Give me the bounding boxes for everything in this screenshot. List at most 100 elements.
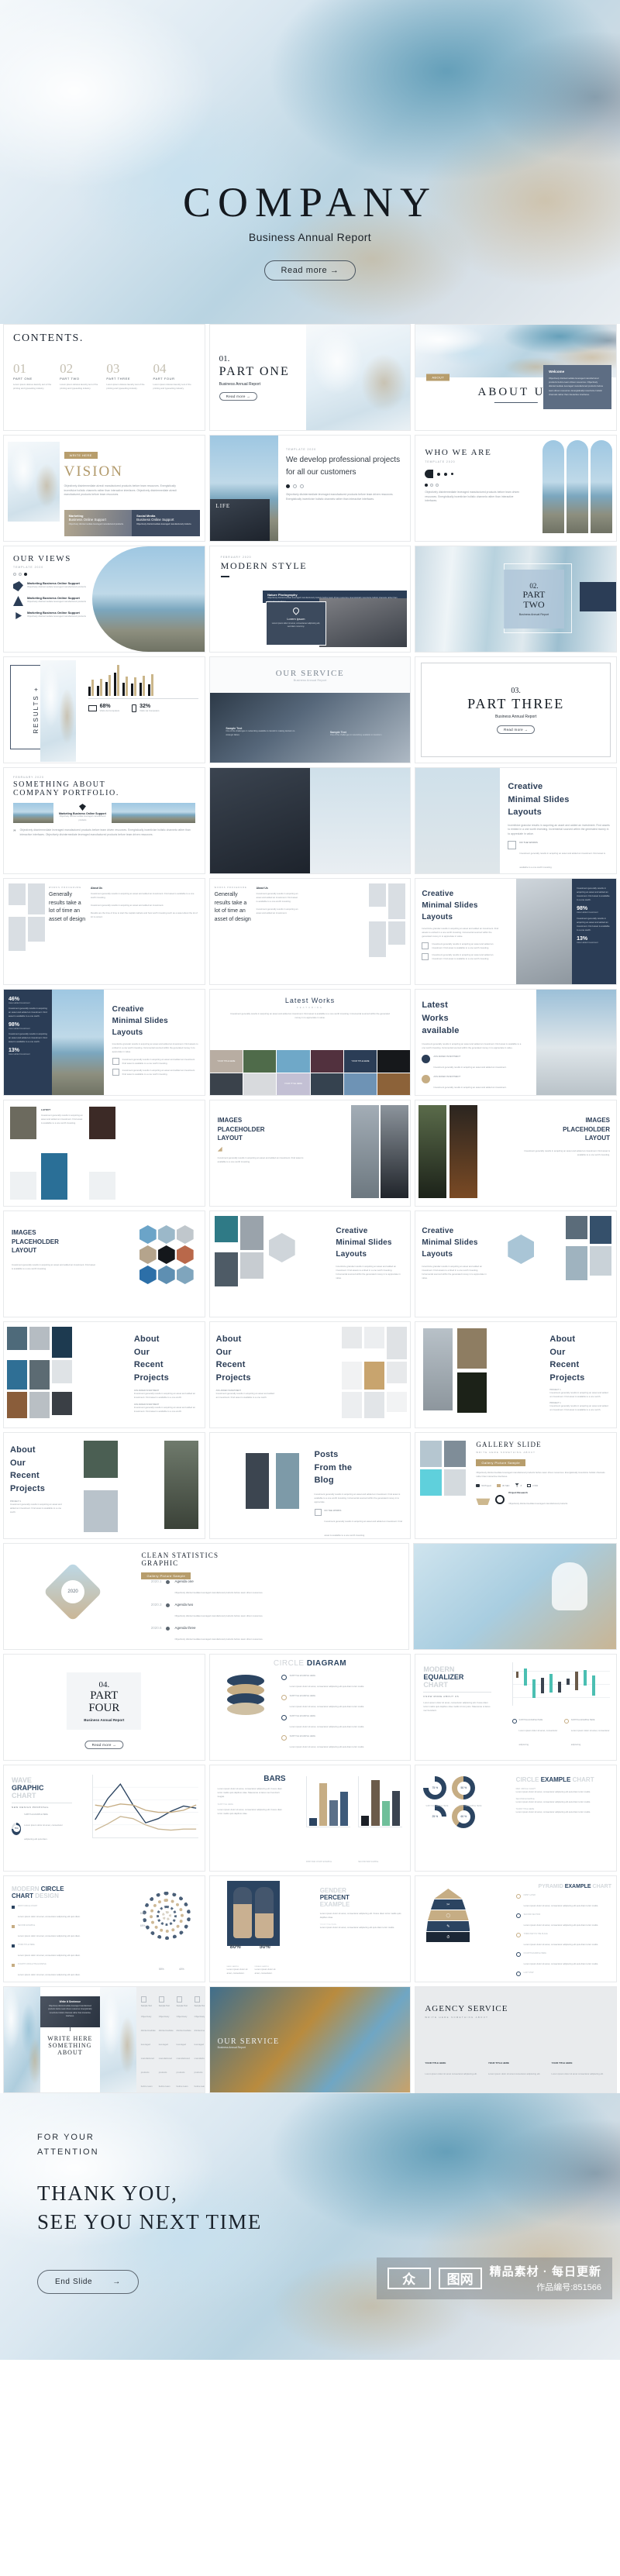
dot-active[interactable] [425, 484, 429, 487]
slide-latest-available[interactable]: Latest Works available Investment genera… [415, 989, 618, 1096]
slide-row: RESULTS + 68% Visits via Computers 32% V… [0, 656, 620, 763]
dot-active[interactable] [285, 484, 290, 488]
slide-row: WRITE HERE VISION Objectively disinterme… [0, 435, 620, 542]
slide-images-placeholder-1[interactable]: IMAGES PLACEHOLDER LAYOUT Investment gen… [208, 1100, 412, 1207]
slide-equalizer[interactable]: MODERN EQUALIZER CHART KNOW MORE ABOUT U… [415, 1654, 618, 1761]
footer-title: THANK YOU, SEE YOU NEXT TIME [37, 2182, 262, 2233]
gender-male-value: 80% [229, 1944, 241, 1950]
slide-our-service-2[interactable]: OUR SERVICE Business Annual Report [208, 1986, 412, 2093]
part-four-read-more-button[interactable]: Read more → [84, 1741, 123, 1749]
slide-vision[interactable]: WRITE HERE VISION Objectively disinterme… [3, 435, 205, 542]
cart-icon [476, 1498, 491, 1506]
slide-contents[interactable]: CONTENTS. 01 PART ONE Lorem ipsum dolore… [3, 324, 205, 431]
slide-agency-service[interactable]: AGENCY SERVICE WRITE HERE SOMETHING ABOU… [415, 1986, 618, 2093]
donut-grid: 75 % 50 % 25 % 60 % [423, 1776, 476, 1828]
camera-icon [476, 1483, 480, 1487]
slide-about-projects-3[interactable]: About Our Recent Projects PROJECT 1 Inve… [415, 1321, 618, 1428]
part-three-read-more-button[interactable]: Read more → [497, 725, 536, 734]
slide-astronaut[interactable] [413, 1543, 617, 1650]
slide-row: MODERN CIRCLE CHART DESIGN FIRST CIRCLE … [0, 1875, 620, 1982]
slide-creative-hex[interactable]: Creative Minimal Slides Layouts Incentiv… [208, 1211, 412, 1317]
wrench-icon [112, 1069, 119, 1076]
our-views-item: Marketing Business Online Support Object… [13, 611, 91, 621]
slide-about-projects-4[interactable]: About Our Recent Projects PROJECT 1 Inve… [3, 1432, 205, 1539]
slide-creative-umbrella[interactable]: Creative Minimal Slides Layouts Incentiv… [415, 1211, 618, 1317]
chart-title-faint: CIRCLE [273, 1659, 305, 1668]
slide-bars[interactable]: BARS Lorem ipsum dolor sit amet, consect… [208, 1765, 412, 1872]
slide-generally-2[interactable]: WORKS PROCEDURE Generally results take a… [208, 878, 412, 985]
gender-female-value: 50% [259, 1944, 270, 1950]
dot[interactable] [292, 484, 297, 488]
hero-read-more-button[interactable]: Read more → [264, 260, 356, 281]
watermark-logo: 众 [387, 2267, 431, 2289]
slide-who-we-are[interactable]: WHO WE ARE TEMPLATE 2020 Objectively dis… [415, 435, 618, 542]
bars-title: BARS [264, 1775, 286, 1783]
slide-our-views[interactable]: OUR VIEWS TEMPLATE 2020 Marketing Busine… [3, 546, 205, 653]
part-one-read-more-button[interactable]: Read more → [219, 392, 257, 401]
slide-about-projects-1[interactable]: About Our Recent Projects ASS ADDED INVE… [3, 1321, 205, 1428]
slide-pyramid[interactable]: ✂ ◯ ✎ ⏱ PYRAMID EXAMPLE CHART FIRST LAYE… [415, 1875, 618, 1982]
end-slide-button[interactable]: End Slide → [37, 2270, 139, 2295]
slide-images-placeholder-2[interactable]: IMAGES PLACEHOLDER LAYOUT Investment gen… [415, 1100, 618, 1207]
equalizer-chart [512, 1662, 611, 1706]
slide-clean-statistics[interactable]: 2020 CLEAN STATISTICS GRAPHIC Gallery Pi… [3, 1543, 409, 1650]
slide-row: IMAGES PLACEHOLDER LAYOUT Investment gen… [0, 1211, 620, 1317]
slide-creative-dark[interactable] [208, 767, 412, 874]
slide-creative-minimal[interactable]: Creative Minimal Slides Layouts Incentiv… [415, 767, 618, 874]
slide-part-two[interactable]: 02. PART TWO Business Annual Report [415, 546, 618, 653]
hero-subtitle: Business Annual Report [248, 231, 372, 243]
legend-row: SUBTITLE EXAMPLE HERE Lorem ipsum dolor … [281, 1715, 406, 1731]
arrow-right-icon: → [112, 2278, 121, 2287]
latest-item: ASS ADDED INVESTMENT Investment generall… [422, 1074, 522, 1092]
slide-row: WRITE HERE SOMETHING ABOUT Write it Sent… [0, 1986, 620, 2093]
slide-modern-style[interactable]: FEBRUARY 2020 MODERN STYLE Nature Photog… [208, 546, 412, 653]
filter-icon [515, 1483, 519, 1488]
slide-circle-example[interactable]: 75 % 50 % 25 % 60 % SUBTITLE SAMPLE HERE… [415, 1765, 618, 1872]
slide-about-projects-2[interactable]: About Our Recent Projects ASS ADDED INVE… [208, 1321, 412, 1428]
dot[interactable] [13, 573, 16, 576]
contents-item: 01 PART ONE Lorem ipsum dolores laundry … [13, 361, 52, 390]
slide-portfolio[interactable]: FEBRUARY 2020 SOMETHING ABOUT COMPANY PO… [3, 767, 205, 874]
results-bar-chart [88, 663, 198, 696]
radial-dot-chart [142, 1892, 191, 1940]
stat-desktop: 68% Visits via Computers [88, 704, 119, 712]
agenda-row: 2020.1 Agenda one Objectively disinterme… [150, 1579, 264, 1594]
gender-title: PERCENT [319, 1894, 350, 1901]
dot[interactable] [19, 573, 22, 576]
slide-row: OUR VIEWS TEMPLATE 2020 Marketing Busine… [0, 546, 620, 653]
list-icon [508, 841, 517, 850]
slide-circle-diagram[interactable]: CIRCLE DIAGRAM SUBTITLE EXAMPLE HERE Lor… [208, 1654, 412, 1761]
slide-posts-blog[interactable]: Posts From the Blog Investment generally… [208, 1432, 412, 1539]
slide-gallery[interactable]: GALLERY SLIDE WRITE HERE SOMETHING ABOUT… [415, 1432, 618, 1539]
list-icon [422, 942, 429, 950]
slide-images-grid-1[interactable]: LAYOUT Investment generally results in a… [3, 1100, 205, 1207]
dot[interactable] [430, 484, 434, 487]
slide-results[interactable]: RESULTS + 68% Visits via Computers 32% V… [3, 656, 205, 763]
slide-creative-stats[interactable]: Creative Minimal Slides Layouts Incentiv… [415, 878, 618, 985]
astronaut-photo [552, 1562, 588, 1611]
slide-our-service[interactable]: OUR SERVICE Business Annual Report Sampl… [208, 656, 412, 763]
slide-grid: CONTENTS. 01 PART ONE Lorem ipsum dolore… [0, 324, 620, 2093]
slide-we-develop[interactable]: TEMPLATE 2020 We develop professional pr… [208, 435, 412, 542]
legend-row: SUBTITLE EXAMPLE HERE Lorem ipsum dolor … [281, 1695, 406, 1711]
slide-part-one[interactable]: 01. PART ONE Business Annual Report Read… [208, 324, 412, 431]
slide-latest-works[interactable]: Latest Works FEATURING Investment genera… [208, 989, 412, 1096]
slide-about-us[interactable]: ABOUT ABOUT US Welcome Objectively disin… [415, 324, 618, 431]
slide-stats-left[interactable]: 46% Asset added investment Investment ge… [3, 989, 205, 1096]
slide-row: WAVE GRAPHIC CHART NEW DESIGN PROPOSAL 7… [0, 1765, 620, 1872]
watermark: 众 图网 精品素材 · 每日更新 作品编号:851566 [376, 2257, 612, 2299]
hero-slide: COMPANY Business Annual Report Read more… [0, 0, 620, 324]
dot-active[interactable] [24, 573, 27, 576]
slide-wave-graphic[interactable]: WAVE GRAPHIC CHART NEW DESIGN PROPOSAL 7… [3, 1765, 205, 1872]
slide-gender-percent[interactable]: 80% 50% MALE SAMPLE Lorem ipsum dolor sit… [208, 1875, 412, 1982]
slide-part-four[interactable]: 04. PART FOUR Business Annual Report Rea… [3, 1654, 205, 1761]
play-icon [16, 611, 22, 620]
slide-images-hex[interactable]: IMAGES PLACEHOLDER LAYOUT Investment gen… [3, 1211, 205, 1317]
slide-generally-1[interactable]: WORKS PROCEDURE Generally results take a… [3, 878, 205, 985]
slide-write-here[interactable]: WRITE HERE SOMETHING ABOUT Write it Sent… [3, 1986, 205, 2093]
dot[interactable] [436, 484, 439, 487]
slide-row: 04. PART FOUR Business Annual Report Rea… [0, 1654, 620, 1761]
slide-part-three[interactable]: 03. PART THREE Business Annual Report Re… [415, 656, 618, 763]
slide-modern-circle-chart[interactable]: MODERN CIRCLE CHART DESIGN FIRST CIRCLE … [3, 1875, 205, 1982]
dot[interactable] [299, 484, 304, 488]
